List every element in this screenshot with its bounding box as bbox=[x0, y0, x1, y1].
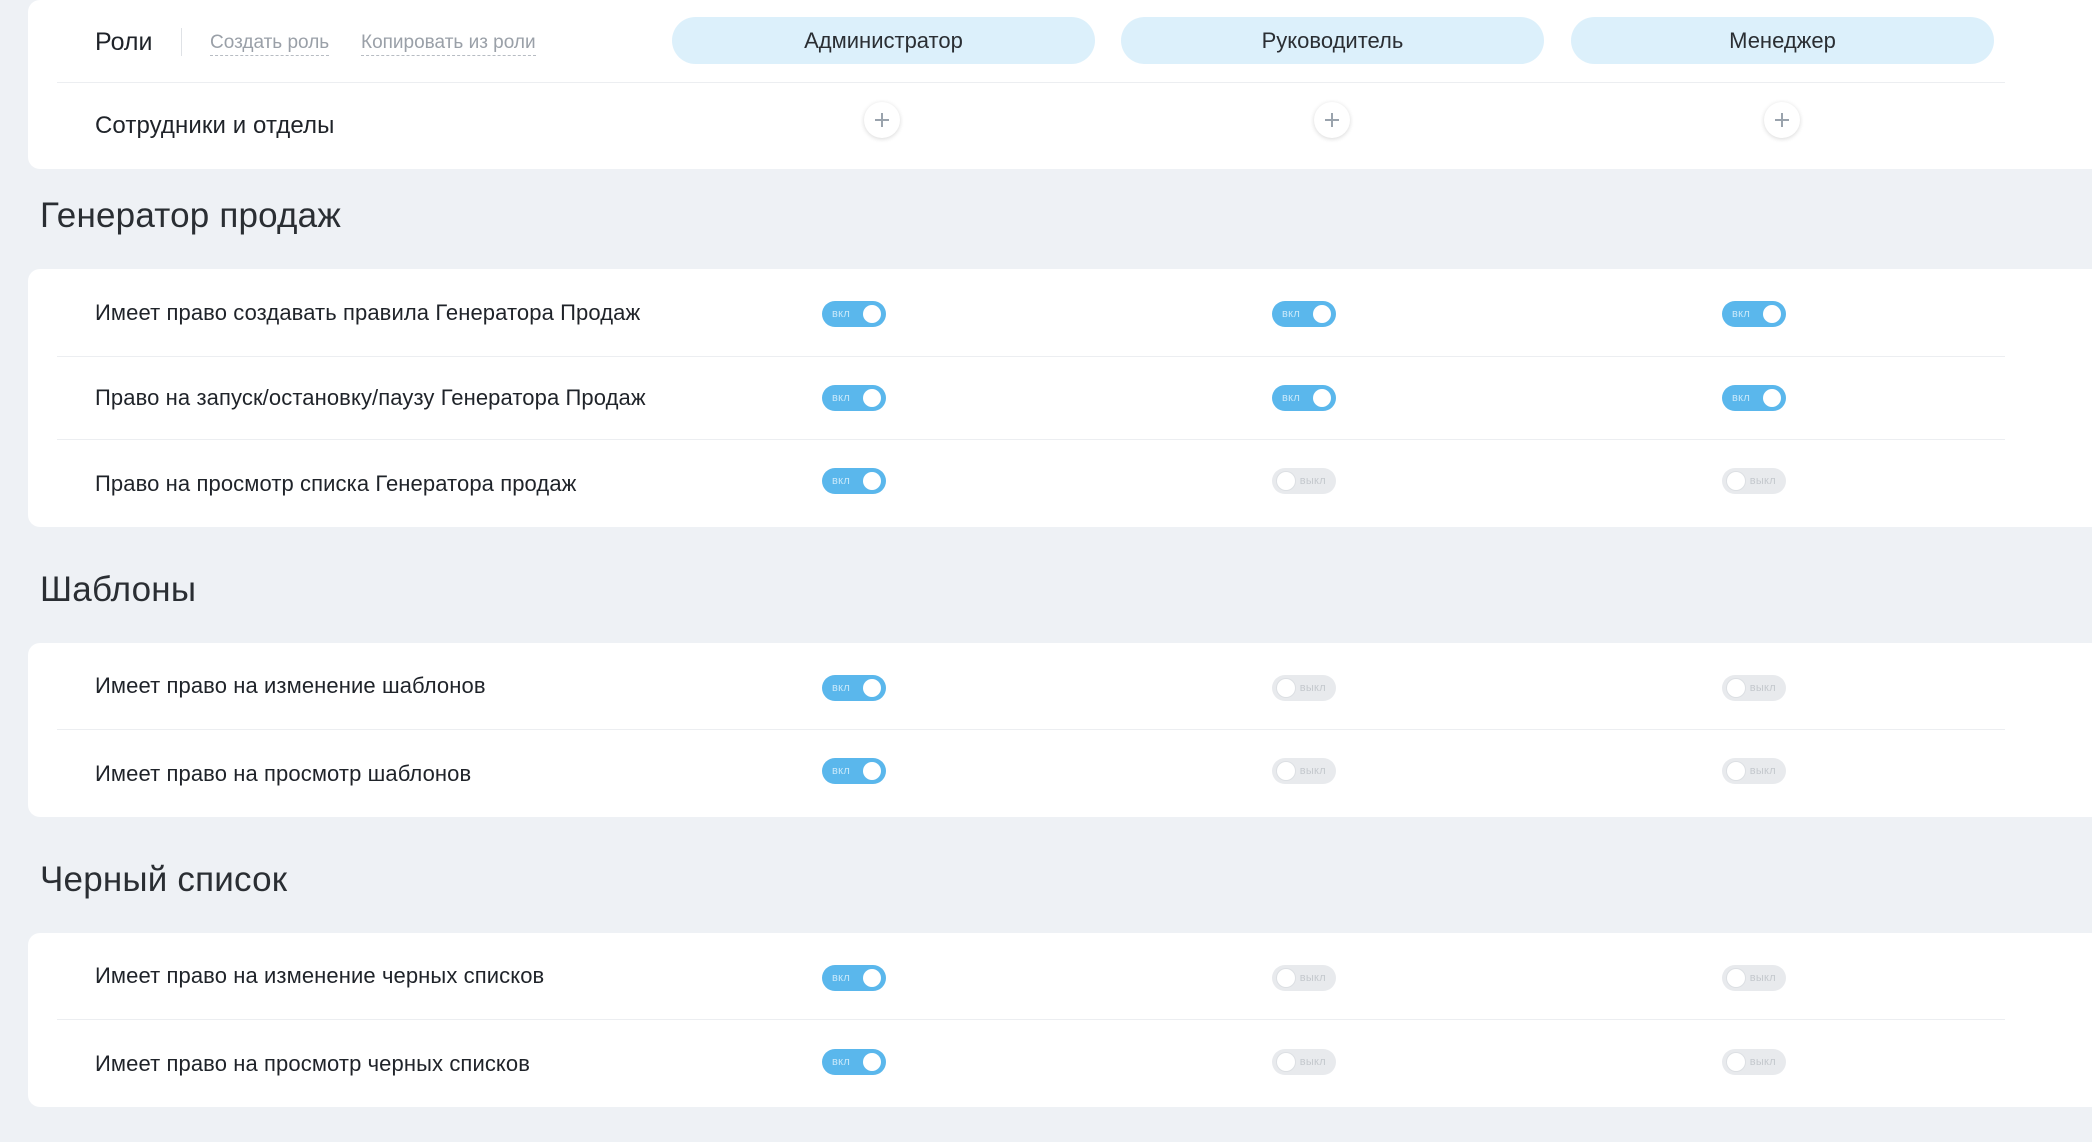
toggle-state-label: вкл bbox=[832, 475, 851, 487]
toggle-knob bbox=[1727, 679, 1745, 697]
permission-label: Право на запуск/остановку/паузу Генерато… bbox=[95, 385, 646, 410]
permission-row: Имеет право создавать правила Генератора… bbox=[57, 269, 2005, 357]
permission-label: Имеет право на изменение шаблонов bbox=[95, 673, 486, 698]
permission-label: Имеет право на просмотр шаблонов bbox=[95, 760, 472, 786]
section-title-templates: Шаблоны bbox=[40, 570, 197, 609]
role-pill-administrator[interactable]: Администратор bbox=[672, 17, 1095, 64]
toggle-knob bbox=[863, 389, 881, 407]
add-employees-administrator-button[interactable] bbox=[864, 102, 900, 138]
toggle-knob bbox=[1277, 472, 1295, 490]
role-name: Руководитель bbox=[1261, 27, 1404, 53]
permission-toggle-administrator[interactable]: вкл bbox=[822, 301, 886, 327]
toggle-state-label: выкл bbox=[1749, 1056, 1776, 1068]
permission-toggle-manager-head[interactable]: выкл bbox=[1272, 468, 1336, 494]
toggle-knob bbox=[863, 679, 881, 697]
permission-toggle-manager[interactable]: выкл bbox=[1722, 468, 1786, 494]
permission-row: Право на просмотр списка Генератора прод… bbox=[57, 440, 2005, 527]
toggle-state-label: выкл bbox=[1299, 682, 1326, 694]
toggle-state-label: выкл bbox=[1299, 1056, 1326, 1068]
toggle-state-label: вкл bbox=[832, 1056, 851, 1068]
permission-toggle-manager-head[interactable]: выкл bbox=[1272, 965, 1336, 991]
permission-toggle-manager[interactable]: выкл bbox=[1722, 1049, 1786, 1075]
role-pill-manager[interactable]: Менеджер bbox=[1571, 17, 1994, 64]
permission-toggle-manager-head[interactable]: вкл bbox=[1272, 301, 1336, 327]
toggle-knob bbox=[1727, 969, 1745, 987]
permission-label: Имеет право создавать правила Генератора… bbox=[95, 299, 641, 325]
permission-toggle-manager-head[interactable]: выкл bbox=[1272, 1049, 1336, 1075]
toggle-state-label: выкл bbox=[1749, 682, 1776, 694]
toggle-state-label: выкл bbox=[1749, 765, 1776, 777]
section-card-sales-generator: Имеет право создавать правила Генератора… bbox=[28, 269, 2092, 527]
toggle-knob bbox=[1763, 305, 1781, 323]
toggle-state-label: выкл bbox=[1749, 475, 1776, 487]
add-employees-manager-button[interactable] bbox=[1764, 102, 1800, 138]
create-role-link[interactable]: Создать роль bbox=[210, 32, 330, 56]
toggle-state-label: выкл bbox=[1749, 972, 1776, 984]
permission-label: Имеет право на изменение черных списков bbox=[95, 963, 545, 988]
toggle-knob bbox=[1277, 679, 1295, 697]
toggle-knob bbox=[863, 762, 881, 780]
toggle-knob bbox=[1727, 762, 1745, 780]
permission-toggle-administrator[interactable]: вкл bbox=[822, 385, 886, 411]
section-card-blacklist: Имеет право на изменение черных списков … bbox=[28, 933, 2092, 1107]
toggle-knob bbox=[1277, 762, 1295, 780]
permission-toggle-manager[interactable]: вкл bbox=[1722, 301, 1786, 327]
section-title-blacklist: Черный список bbox=[40, 860, 288, 899]
permission-toggle-administrator[interactable]: вкл bbox=[822, 758, 886, 784]
toggle-knob bbox=[1277, 969, 1295, 987]
header-divider bbox=[181, 28, 182, 56]
permission-label: Имеет право на просмотр черных списков bbox=[95, 1050, 531, 1076]
toggle-state-label: выкл bbox=[1299, 475, 1326, 487]
toggle-knob bbox=[1727, 472, 1745, 490]
roles-title: Роли bbox=[95, 28, 153, 56]
permission-toggle-manager[interactable]: вкл bbox=[1722, 385, 1786, 411]
permission-toggle-administrator[interactable]: вкл bbox=[822, 1049, 886, 1075]
toggle-state-label: вкл bbox=[832, 308, 851, 320]
permission-toggle-manager[interactable]: выкл bbox=[1722, 965, 1786, 991]
toggle-state-label: вкл bbox=[832, 682, 851, 694]
toggle-state-label: вкл bbox=[832, 765, 851, 777]
permission-row: Имеет право на просмотр шаблонов bbox=[57, 730, 2005, 817]
permission-toggle-manager-head[interactable]: выкл bbox=[1272, 758, 1336, 784]
toggle-state-label: выкл bbox=[1299, 765, 1326, 777]
permission-label: Право на просмотр списка Генератора прод… bbox=[95, 470, 577, 496]
toggle-state-label: вкл bbox=[832, 392, 851, 404]
role-pill-manager-head[interactable]: Руководитель bbox=[1121, 17, 1544, 64]
permission-toggle-administrator[interactable]: вкл bbox=[822, 468, 886, 494]
permission-row: Имеет право на изменение черных списков bbox=[57, 933, 2005, 1020]
toggle-state-label: вкл bbox=[1282, 308, 1301, 320]
toggle-knob bbox=[863, 472, 881, 490]
toggle-knob bbox=[1313, 389, 1331, 407]
section-card-templates: Имеет право на изменение шаблонов Имеет … bbox=[28, 643, 2092, 817]
toggle-knob bbox=[863, 305, 881, 323]
permission-toggle-manager-head[interactable]: выкл bbox=[1272, 675, 1336, 701]
section-title-sales-generator: Генератор продаж bbox=[40, 196, 341, 235]
permission-row: Имеет право на просмотр черных списков bbox=[57, 1020, 2005, 1107]
toggle-knob bbox=[863, 1053, 881, 1071]
permission-toggle-administrator[interactable]: вкл bbox=[822, 675, 886, 701]
toggle-state-label: вкл bbox=[832, 972, 851, 984]
toggle-knob bbox=[1727, 1053, 1745, 1071]
permission-toggle-manager[interactable]: выкл bbox=[1722, 758, 1786, 784]
toggle-knob bbox=[1313, 305, 1331, 323]
permission-toggle-manager[interactable]: выкл bbox=[1722, 675, 1786, 701]
employees-row: Сотрудники и отделы bbox=[57, 82, 2005, 169]
copy-from-role-link[interactable]: Копировать из роли bbox=[361, 32, 536, 56]
role-name: Менеджер bbox=[1729, 27, 1836, 53]
role-name: Администратор bbox=[804, 27, 963, 53]
permission-toggle-manager-head[interactable]: вкл bbox=[1272, 385, 1336, 411]
employees-label: Сотрудники и отделы bbox=[95, 112, 335, 139]
toggle-state-label: выкл bbox=[1299, 972, 1326, 984]
add-employees-manager-head-button[interactable] bbox=[1314, 102, 1350, 138]
permission-toggle-administrator[interactable]: вкл bbox=[822, 965, 886, 991]
toggle-state-label: вкл bbox=[1732, 392, 1751, 404]
toggle-knob bbox=[1763, 389, 1781, 407]
toggle-state-label: вкл bbox=[1282, 392, 1301, 404]
permission-row: Имеет право на изменение шаблонов bbox=[57, 643, 2005, 730]
toggle-knob bbox=[1277, 1053, 1295, 1071]
permission-row: Право на запуск/остановку/паузу Генерато… bbox=[57, 357, 2005, 440]
toggle-state-label: вкл bbox=[1732, 308, 1751, 320]
roles-header-card: Роли Создать роль Копировать из роли Адм… bbox=[28, 0, 2092, 169]
toggle-knob bbox=[863, 969, 881, 987]
